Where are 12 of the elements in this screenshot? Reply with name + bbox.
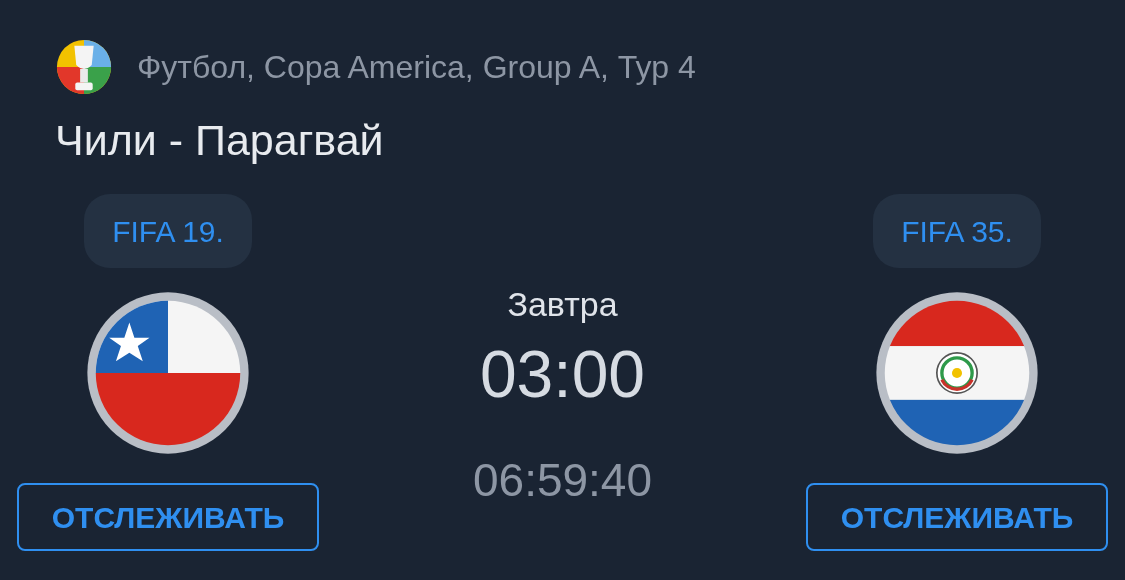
fifa-rank-badge: FIFA 35. [873,194,1041,268]
fifa-rank-badge: FIFA 19. [84,194,252,268]
countdown-timer: 06:59:40 [472,453,653,508]
kickoff-time: 03:00 [479,336,646,413]
match-title: Чили - Парагвай [54,115,385,166]
match-day: Завтра [507,282,618,326]
flag-icon [873,289,1041,457]
follow-button[interactable]: ОТСЛЕЖИВАТЬ [17,483,319,551]
follow-button[interactable]: ОТСЛЕЖИВАТЬ [806,483,1108,551]
trophy-logo-icon [55,38,113,96]
competition-label: Футбол, Copa America, Group A, Тур 4 [137,48,696,87]
flag-icon [84,289,252,457]
